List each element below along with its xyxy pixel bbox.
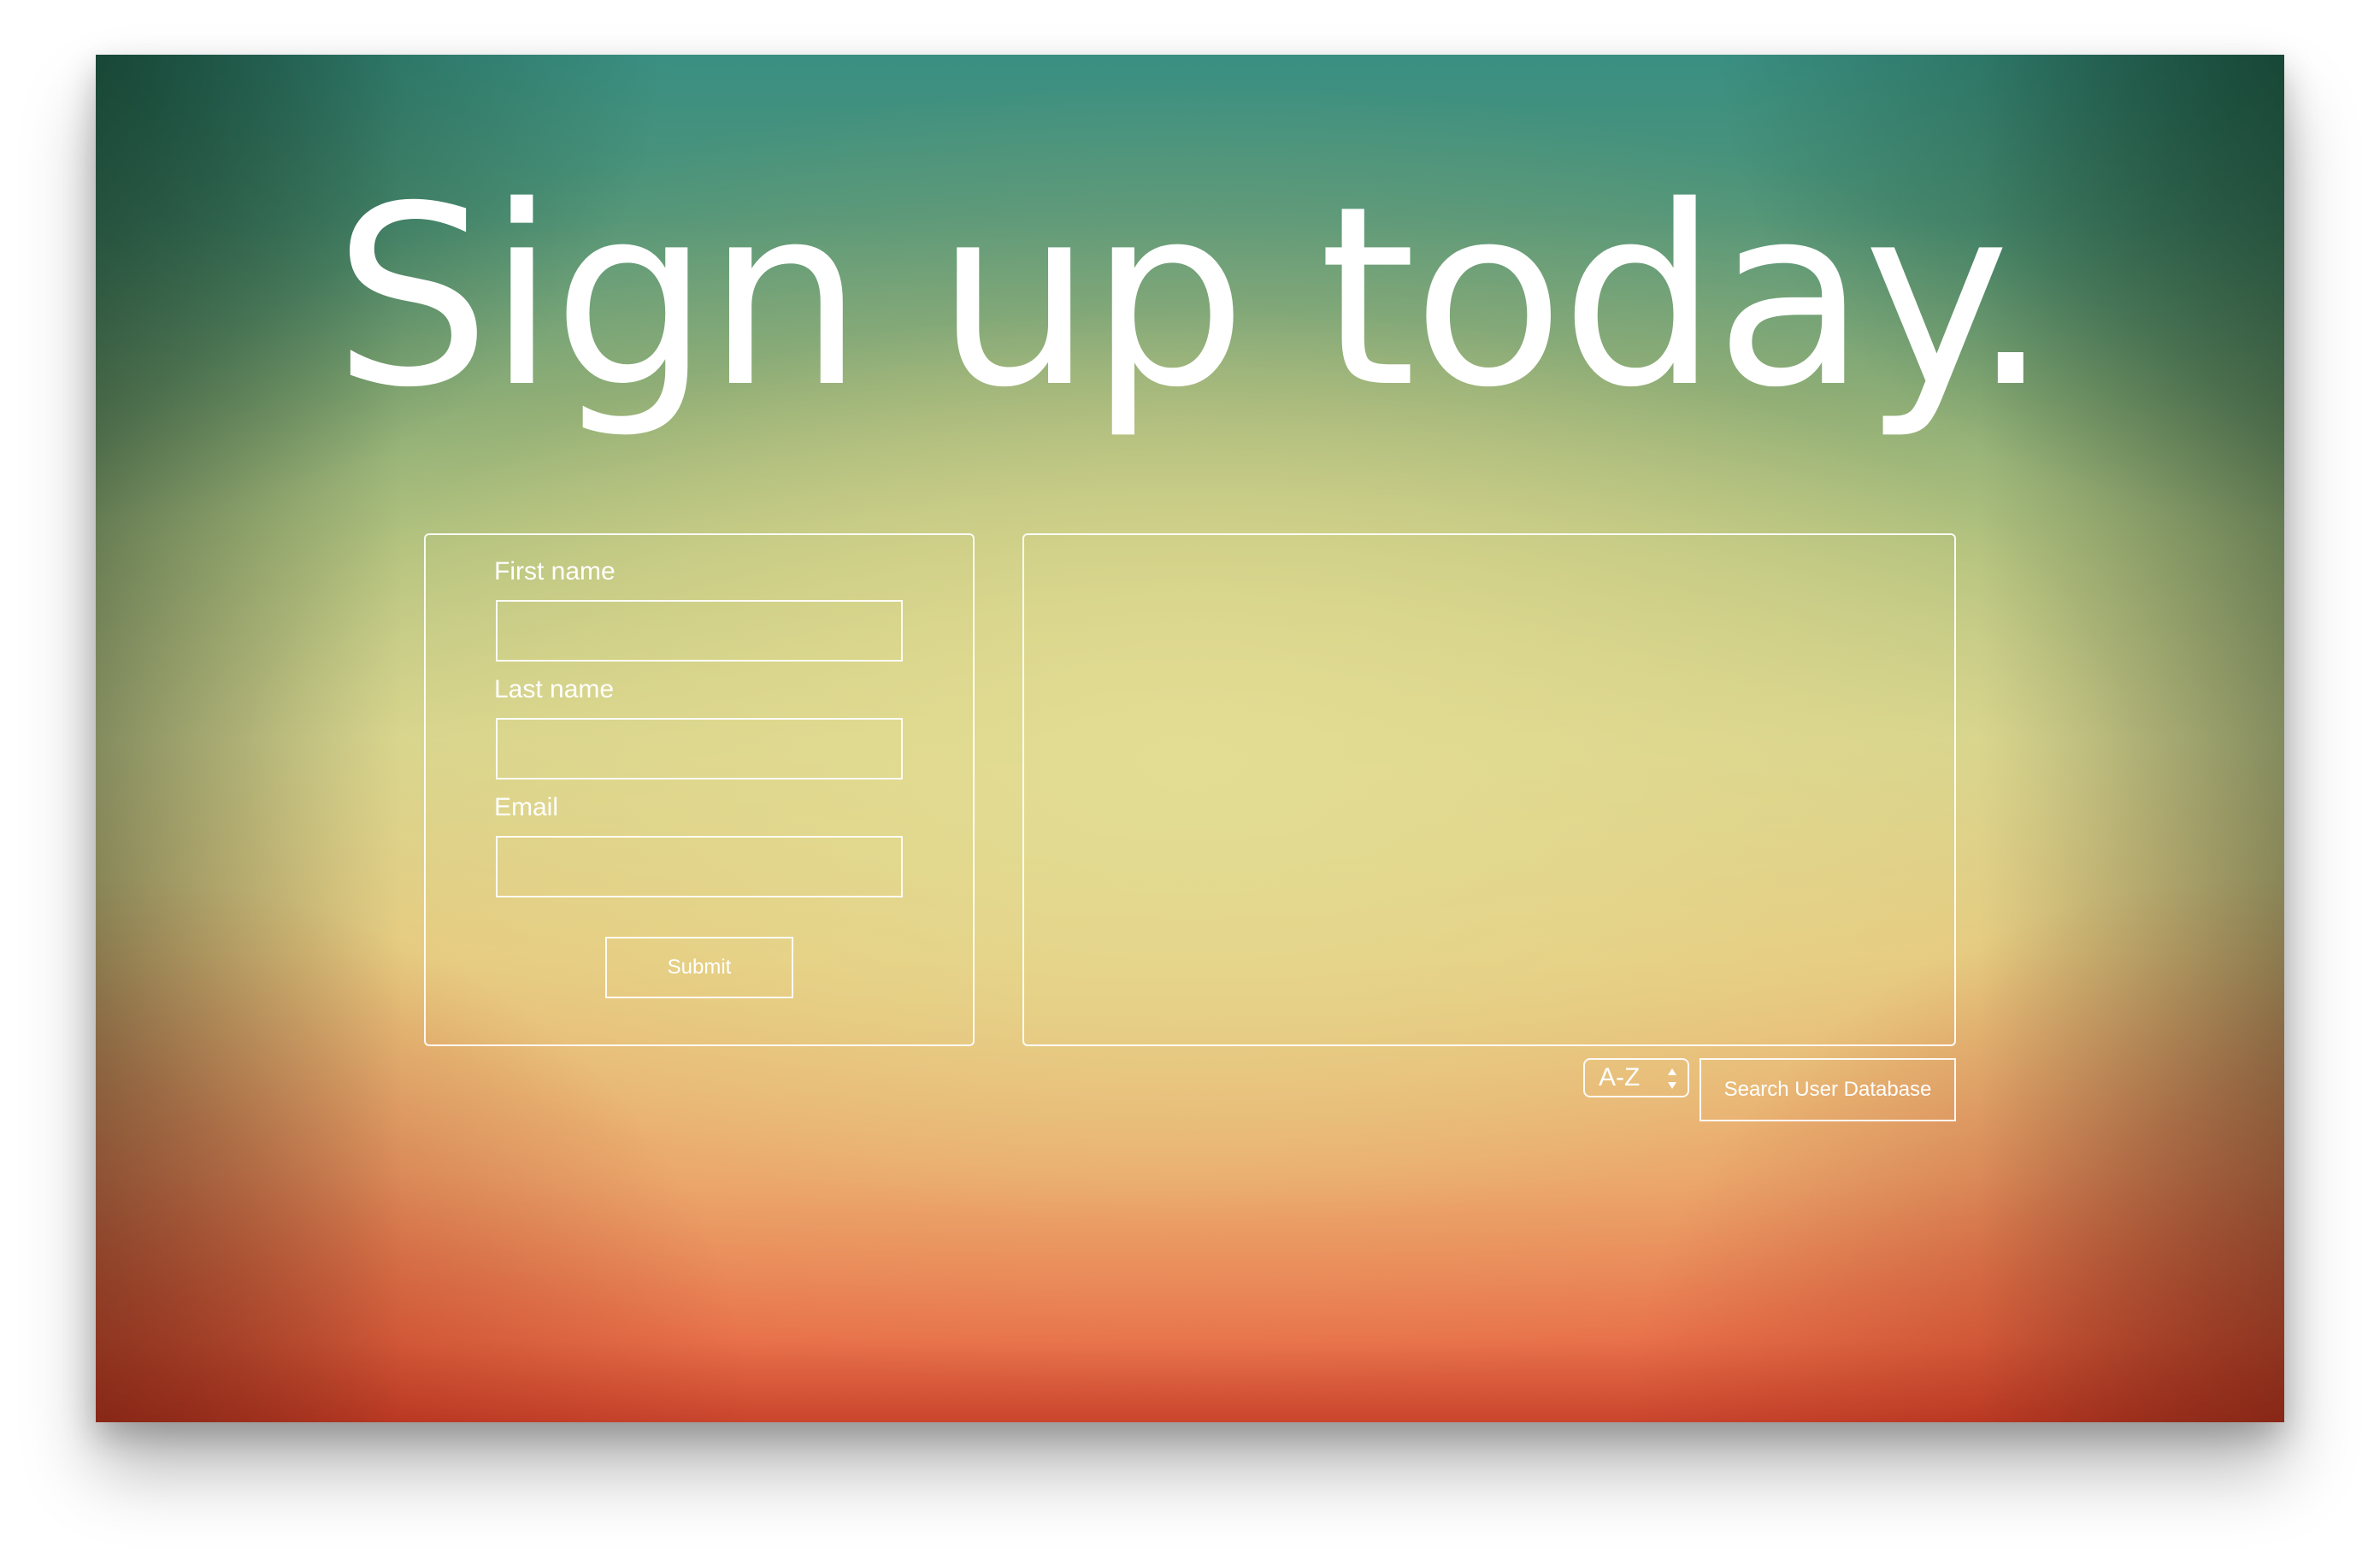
signup-form: First name Last name Email Submit	[424, 533, 975, 1046]
results-panel	[1022, 533, 1956, 1046]
last-name-label: Last name	[494, 675, 615, 703]
first-name-label: First name	[494, 557, 616, 585]
email-label: Email	[494, 793, 559, 821]
last-name-field[interactable]	[496, 718, 903, 780]
page-window: Sign up today. First name Last name Emai…	[96, 55, 2284, 1422]
search-user-database-button[interactable]: Search User Database	[1700, 1058, 1956, 1121]
first-name-field[interactable]	[496, 600, 903, 662]
email-field[interactable]	[496, 836, 903, 897]
page-title: Sign up today.	[333, 154, 2050, 442]
sort-order-select[interactable]: A-Z	[1583, 1058, 1689, 1097]
up-down-arrows-icon	[1668, 1068, 1676, 1089]
submit-button[interactable]: Submit	[605, 937, 793, 998]
sort-order-value: A-Z	[1599, 1063, 1641, 1091]
